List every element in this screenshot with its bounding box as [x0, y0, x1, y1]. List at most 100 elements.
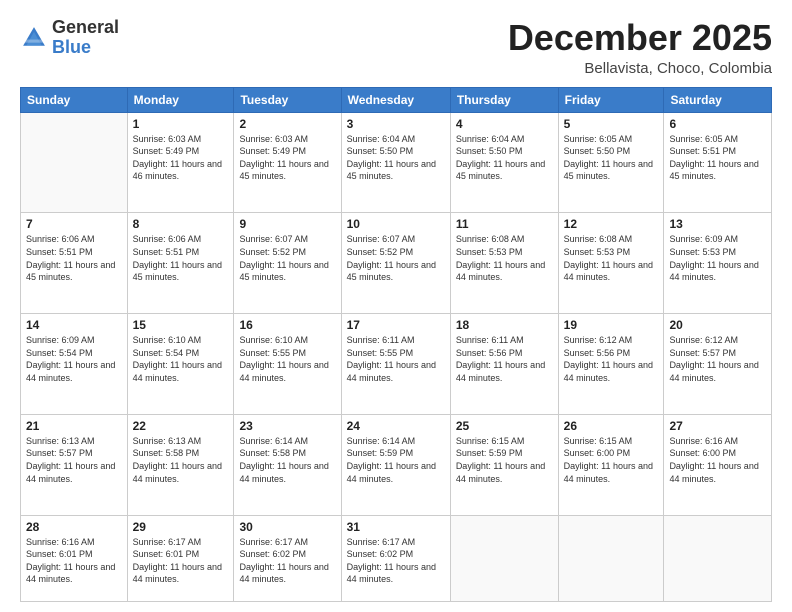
week-row-2: 7Sunrise: 6:06 AMSunset: 5:51 PMDaylight…: [21, 213, 772, 314]
day-info: Sunrise: 6:12 AMSunset: 5:56 PMDaylight:…: [564, 334, 659, 384]
logo-text: General Blue: [52, 18, 119, 58]
day-number: 5: [564, 117, 659, 131]
calendar-cell: 3Sunrise: 6:04 AMSunset: 5:50 PMDaylight…: [341, 112, 450, 213]
day-header-wednesday: Wednesday: [341, 87, 450, 112]
calendar-cell: 16 Sunrise: 6:10 AMSunset: 5:55 PMDayligh…: [234, 314, 341, 415]
day-info: Sunrise: 6:09 AMSunset: 5:53 PMDaylight:…: [669, 233, 766, 283]
calendar-cell: 23 Sunrise: 6:14 AMSunset: 5:58 PMDayligh…: [234, 414, 341, 515]
calendar-cell: 11 Sunrise: 6:08 AMSunset: 5:53 PMDayligh…: [450, 213, 558, 314]
day-number: 8: [133, 217, 229, 231]
day-info: Sunrise: 6:15 AMSunset: 6:00 PMDaylight:…: [564, 435, 659, 485]
day-info: Sunrise: 6:17 AMSunset: 6:01 PMDaylight:…: [133, 536, 229, 586]
calendar-cell: 7Sunrise: 6:06 AMSunset: 5:51 PMDaylight…: [21, 213, 128, 314]
calendar-cell: [21, 112, 128, 213]
day-number: 16: [239, 318, 335, 332]
day-info: Sunrise: 6:10 AMSunset: 5:54 PMDaylight:…: [133, 334, 229, 384]
day-info: Sunrise: 6:16 AMSunset: 6:00 PMDaylight:…: [669, 435, 766, 485]
month-title: December 2025: [508, 18, 772, 58]
day-number: 7: [26, 217, 122, 231]
day-number: 25: [456, 419, 553, 433]
day-number: 20: [669, 318, 766, 332]
calendar-cell: 4 Sunrise: 6:04 AMSunset: 5:50 PMDaylight…: [450, 112, 558, 213]
day-number: 4: [456, 117, 553, 131]
calendar-cell: 24Sunrise: 6:14 AMSunset: 5:59 PMDayligh…: [341, 414, 450, 515]
day-number: 29: [133, 520, 229, 534]
calendar-cell: 28Sunrise: 6:16 AMSunset: 6:01 PMDayligh…: [21, 515, 128, 601]
day-info: Sunrise: 6:03 AMSunset: 5:49 PMDaylight:…: [239, 133, 335, 183]
title-block: December 2025 Bellavista, Choco, Colombi…: [508, 18, 772, 77]
day-number: 30: [239, 520, 335, 534]
day-info: Sunrise: 6:11 AMSunset: 5:56 PMDaylight:…: [456, 334, 553, 384]
calendar-cell: [558, 515, 664, 601]
day-info: Sunrise: 6:05 AMSunset: 5:51 PMDaylight:…: [669, 133, 766, 183]
day-number: 3: [347, 117, 445, 131]
day-header-monday: Monday: [127, 87, 234, 112]
day-info: Sunrise: 6:03 AMSunset: 5:49 PMDaylight:…: [133, 133, 229, 183]
calendar-cell: 8Sunrise: 6:06 AMSunset: 5:51 PMDaylight…: [127, 213, 234, 314]
logo-icon: [20, 24, 48, 52]
day-number: 2: [239, 117, 335, 131]
calendar-cell: 20 Sunrise: 6:12 AMSunset: 5:57 PMDayligh…: [664, 314, 772, 415]
day-info: Sunrise: 6:12 AMSunset: 5:57 PMDaylight:…: [669, 334, 766, 384]
calendar-table: SundayMondayTuesdayWednesdayThursdayFrid…: [20, 87, 772, 602]
day-number: 18: [456, 318, 553, 332]
day-number: 13: [669, 217, 766, 231]
week-row-5: 28Sunrise: 6:16 AMSunset: 6:01 PMDayligh…: [21, 515, 772, 601]
calendar-cell: 29 Sunrise: 6:17 AMSunset: 6:01 PMDayligh…: [127, 515, 234, 601]
day-number: 10: [347, 217, 445, 231]
calendar-header-row: SundayMondayTuesdayWednesdayThursdayFrid…: [21, 87, 772, 112]
day-info: Sunrise: 6:04 AMSunset: 5:50 PMDaylight:…: [456, 133, 553, 183]
day-info: Sunrise: 6:09 AMSunset: 5:54 PMDaylight:…: [26, 334, 122, 384]
day-header-tuesday: Tuesday: [234, 87, 341, 112]
calendar-cell: 25 Sunrise: 6:15 AMSunset: 5:59 PMDayligh…: [450, 414, 558, 515]
calendar-cell: 30 Sunrise: 6:17 AMSunset: 6:02 PMDayligh…: [234, 515, 341, 601]
day-number: 31: [347, 520, 445, 534]
calendar-cell: 2 Sunrise: 6:03 AMSunset: 5:49 PMDaylight…: [234, 112, 341, 213]
calendar-cell: 31 Sunrise: 6:17 AMSunset: 6:02 PMDayligh…: [341, 515, 450, 601]
day-info: Sunrise: 6:05 AMSunset: 5:50 PMDaylight:…: [564, 133, 659, 183]
logo-general-text: General: [52, 17, 119, 37]
calendar-cell: 10 Sunrise: 6:07 AMSunset: 5:52 PMDayligh…: [341, 213, 450, 314]
day-number: 17: [347, 318, 445, 332]
day-info: Sunrise: 6:10 AMSunset: 5:55 PMDaylight:…: [239, 334, 335, 384]
day-info: Sunrise: 6:07 AMSunset: 5:52 PMDaylight:…: [347, 233, 445, 283]
day-header-thursday: Thursday: [450, 87, 558, 112]
day-number: 14: [26, 318, 122, 332]
calendar-cell: 27Sunrise: 6:16 AMSunset: 6:00 PMDayligh…: [664, 414, 772, 515]
calendar-cell: 12 Sunrise: 6:08 AMSunset: 5:53 PMDayligh…: [558, 213, 664, 314]
calendar-cell: 21Sunrise: 6:13 AMSunset: 5:57 PMDayligh…: [21, 414, 128, 515]
day-number: 23: [239, 419, 335, 433]
logo: General Blue: [20, 18, 119, 58]
day-info: Sunrise: 6:11 AMSunset: 5:55 PMDaylight:…: [347, 334, 445, 384]
calendar-cell: 17 Sunrise: 6:11 AMSunset: 5:55 PMDayligh…: [341, 314, 450, 415]
page: General Blue December 2025 Bellavista, C…: [0, 0, 792, 612]
calendar-cell: 13 Sunrise: 6:09 AMSunset: 5:53 PMDayligh…: [664, 213, 772, 314]
day-number: 26: [564, 419, 659, 433]
day-info: Sunrise: 6:17 AMSunset: 6:02 PMDaylight:…: [239, 536, 335, 586]
day-number: 12: [564, 217, 659, 231]
calendar-cell: 15Sunrise: 6:10 AMSunset: 5:54 PMDayligh…: [127, 314, 234, 415]
calendar-cell: 18 Sunrise: 6:11 AMSunset: 5:56 PMDayligh…: [450, 314, 558, 415]
day-number: 11: [456, 217, 553, 231]
day-info: Sunrise: 6:08 AMSunset: 5:53 PMDaylight:…: [456, 233, 553, 283]
day-header-sunday: Sunday: [21, 87, 128, 112]
day-header-friday: Friday: [558, 87, 664, 112]
day-info: Sunrise: 6:13 AMSunset: 5:58 PMDaylight:…: [133, 435, 229, 485]
day-number: 9: [239, 217, 335, 231]
day-number: 6: [669, 117, 766, 131]
day-info: Sunrise: 6:17 AMSunset: 6:02 PMDaylight:…: [347, 536, 445, 586]
calendar-cell: [664, 515, 772, 601]
day-info: Sunrise: 6:15 AMSunset: 5:59 PMDaylight:…: [456, 435, 553, 485]
calendar-cell: 5 Sunrise: 6:05 AMSunset: 5:50 PMDaylight…: [558, 112, 664, 213]
week-row-3: 14 Sunrise: 6:09 AMSunset: 5:54 PMDayligh…: [21, 314, 772, 415]
day-info: Sunrise: 6:14 AMSunset: 5:58 PMDaylight:…: [239, 435, 335, 485]
week-row-1: 1Sunrise: 6:03 AMSunset: 5:49 PMDaylight…: [21, 112, 772, 213]
day-number: 28: [26, 520, 122, 534]
calendar-cell: 14 Sunrise: 6:09 AMSunset: 5:54 PMDayligh…: [21, 314, 128, 415]
day-info: Sunrise: 6:14 AMSunset: 5:59 PMDaylight:…: [347, 435, 445, 485]
day-info: Sunrise: 6:08 AMSunset: 5:53 PMDaylight:…: [564, 233, 659, 283]
day-number: 22: [133, 419, 229, 433]
day-number: 21: [26, 419, 122, 433]
logo-blue-text: Blue: [52, 37, 91, 57]
day-header-saturday: Saturday: [664, 87, 772, 112]
